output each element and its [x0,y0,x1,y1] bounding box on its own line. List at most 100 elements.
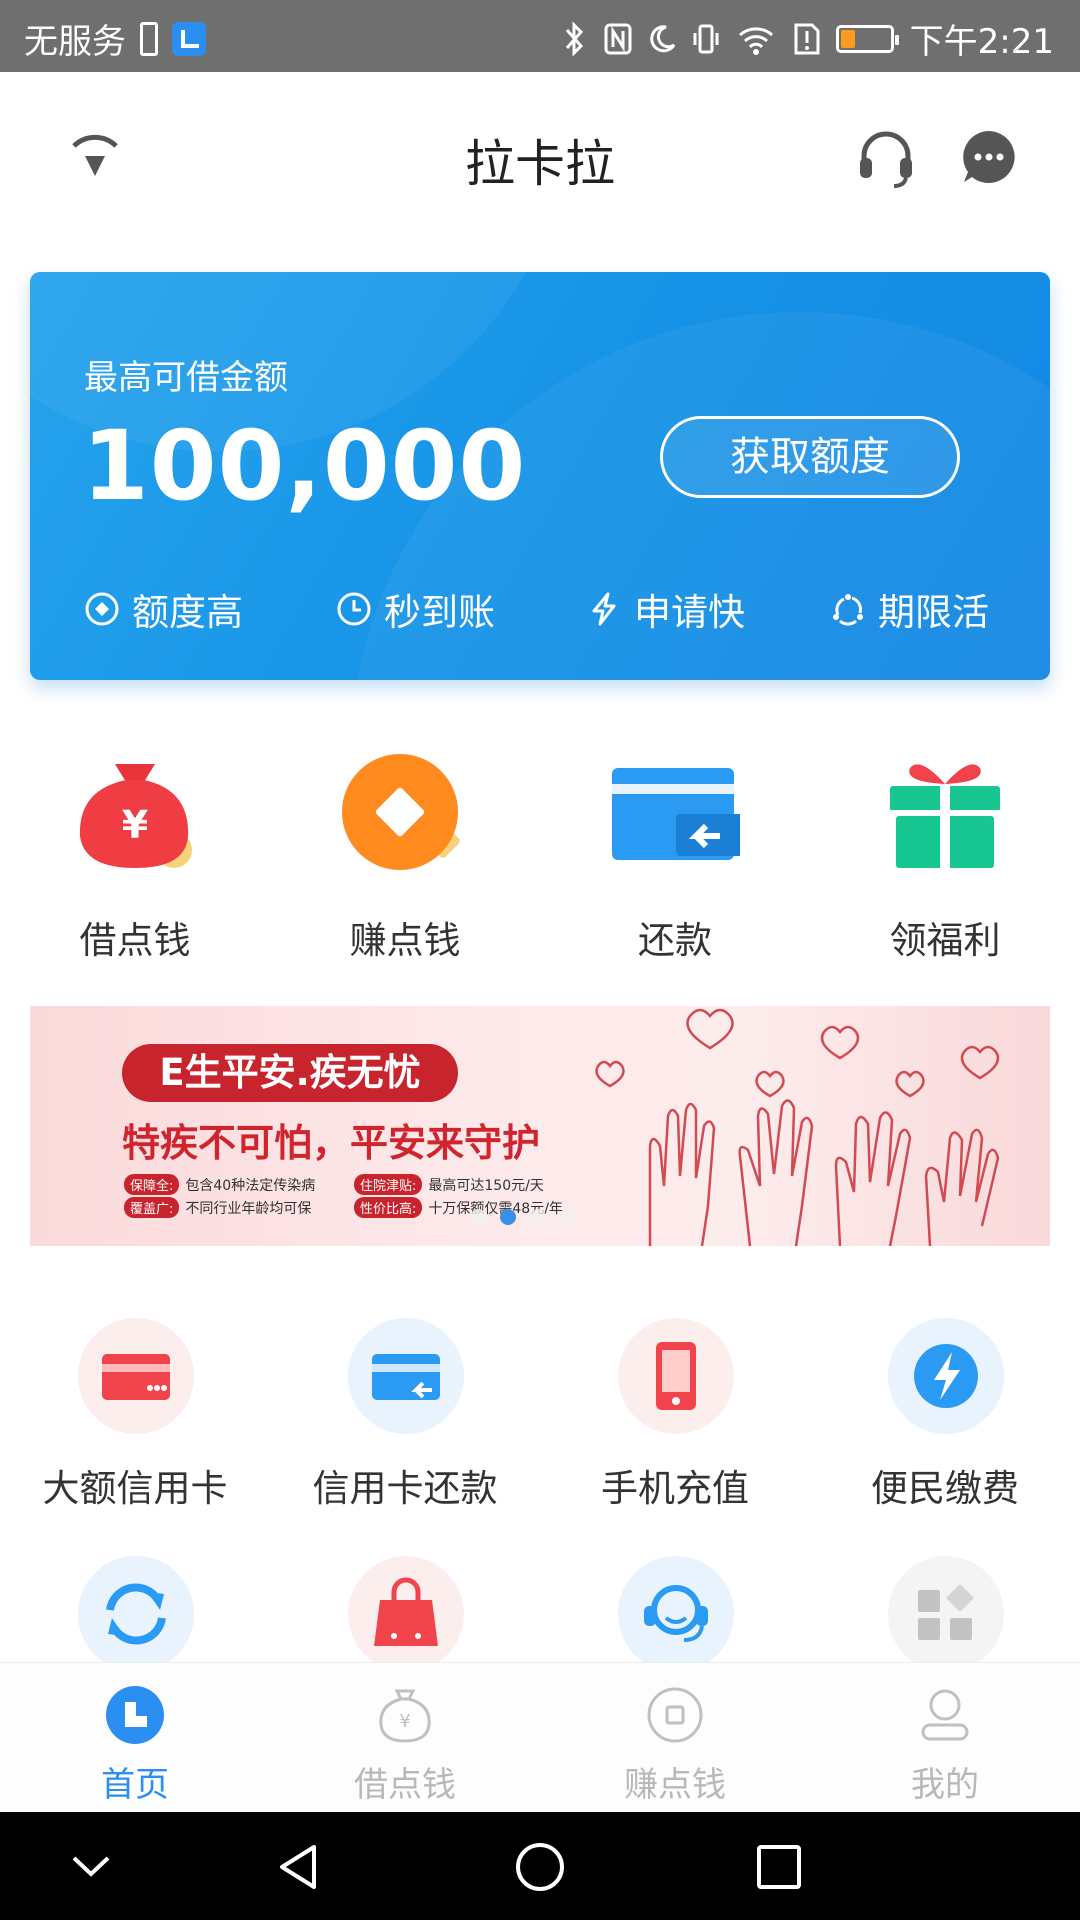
refresh-icon [106,1583,166,1645]
nav-home[interactable]: 首页 [0,1663,270,1813]
quick-action-repay[interactable]: 还款 [540,750,810,970]
quick-action-label: 赚点钱 [349,919,461,962]
banner-text: 包含40种法定传染病 [185,1177,316,1194]
grid-icon [918,1584,974,1640]
service-more[interactable] [810,1556,1080,1662]
feature-label: 秒到账 [384,591,495,634]
banner-tag: 覆盖广: [124,1197,180,1218]
recents-icon[interactable] [754,1842,804,1892]
phone-topup-icon [656,1342,696,1410]
money-bag-outline-icon: ¥ [379,1689,431,1743]
bolt-icon [914,1344,978,1408]
sd-alert-icon [794,23,820,54]
service-exchange[interactable] [0,1556,270,1662]
app-icon [172,21,206,56]
home-icon [106,1686,164,1744]
credit-card-icon [102,1354,170,1400]
svg-text:¥: ¥ [122,803,148,847]
carousel-indicator[interactable] [470,1209,576,1225]
quick-action-borrow[interactable]: ¥ 借点钱 [0,750,270,970]
lightning-icon [592,592,616,626]
credit-limit-card[interactable]: 最高可借金额 100,000 获取额度 额度高 秒到账 申请快 期限活 [30,272,1050,680]
feature-label: 额度高 [132,591,243,634]
gift-icon [890,764,1000,868]
carousel-dot[interactable] [530,1209,546,1225]
down-icon[interactable] [66,1842,116,1892]
hands-hearts-illustration [595,1008,1000,1246]
feature-label: 期限活 [878,591,989,634]
cycle-icon [833,594,863,626]
headset-icon[interactable] [856,128,916,188]
quick-action-label: 借点钱 [79,919,191,962]
banner-tag: 保障全: [124,1174,180,1195]
back-icon[interactable] [274,1842,324,1892]
feature-quick-apply: 申请快 [586,582,745,636]
sim-icon [140,21,158,56]
service-big-credit-card[interactable]: 大额信用卡 [0,1318,270,1538]
service-utility-pay[interactable]: 便民缴费 [810,1318,1080,1538]
service-label: 便民缴费 [871,1467,1019,1510]
banner-subtitle: 特疾不可怕，平安来守护 [122,1121,541,1165]
home-circle-icon[interactable] [515,1842,565,1892]
quick-action-label: 领福利 [889,919,1001,962]
service-phone-topup[interactable]: 手机充值 [540,1318,810,1538]
banner-tag: 住院津贴: [354,1174,423,1195]
clock-icon [337,592,371,626]
card-return-icon [612,768,740,860]
quick-action-earn[interactable]: 赚点钱 [270,750,540,970]
message-icon[interactable] [960,128,1018,186]
carousel-dot[interactable] [470,1209,486,1225]
page-title: 拉卡拉 [465,135,615,193]
banner-title: E生平安.疾无忧 [122,1044,458,1102]
battery-icon [835,24,899,53]
moon-icon [649,24,675,52]
banner-row: 住院津贴: 最高可达150元/天 [354,1174,544,1195]
promo-banner[interactable]: E生平安.疾无忧 特疾不可怕，平安来守护 保障全: 包含40种法定传染病 覆盖广… [30,1006,1050,1246]
nav-label: 赚点钱 [624,1765,726,1805]
service-label: 手机充值 [601,1467,749,1510]
banner-row: 覆盖广: 不同行业年龄均可保 [124,1197,311,1218]
money-bag-icon: ¥ [79,764,192,868]
app-header: 拉卡拉 [0,72,1080,242]
svg-text:¥: ¥ [399,1711,410,1732]
service-label: 信用卡还款 [312,1467,498,1510]
carousel-dot-active[interactable] [500,1209,516,1225]
quick-action-benefits[interactable]: 领福利 [810,750,1080,970]
service-card-repay[interactable]: 信用卡还款 [270,1318,540,1538]
credit-amount: 100,000 [82,410,527,522]
nav-earn[interactable]: 赚点钱 [540,1663,810,1813]
nav-label: 我的 [911,1765,979,1805]
nav-borrow[interactable]: ¥ 借点钱 [270,1663,540,1813]
nav-profile[interactable]: 我的 [810,1663,1080,1813]
feature-high-limit: 额度高 [84,582,243,636]
banner-text: 不同行业年龄均可保 [185,1200,312,1217]
wifi-icon [738,26,773,55]
vibrate-icon [693,24,719,53]
system-nav-bar [0,1812,1080,1920]
target-icon [85,592,119,626]
service-customer-support[interactable] [540,1556,810,1662]
feature-fast-arrival: 秒到账 [336,582,495,636]
nav-label: 首页 [101,1765,169,1805]
quick-action-label: 还款 [638,919,712,962]
clock-time: 下午2:21 [909,22,1054,62]
carrier-label: 无服务 [24,22,126,62]
banner-tag: 性价比高: [354,1197,423,1218]
profile-icon [921,1689,969,1741]
coin-icon [342,754,460,870]
status-bar: 无服务 下午2:21 [0,0,1080,72]
feature-flexible-term: 期限活 [830,582,989,636]
get-credit-button[interactable]: 获取额度 [660,416,960,498]
carousel-dot[interactable] [560,1209,576,1225]
banner-row: 保障全: 包含40种法定传染病 [124,1174,315,1195]
service-shopping[interactable] [270,1556,540,1662]
support-icon [644,1585,708,1642]
bottom-nav: 首页 ¥ 借点钱 赚点钱 我的 [0,1662,1080,1812]
nav-label: 借点钱 [354,1765,456,1805]
bluetooth-icon [565,20,583,57]
feature-label: 申请快 [634,591,745,634]
banner-text: 最高可达150元/天 [428,1177,544,1194]
credit-label: 最高可借金额 [84,358,288,398]
earn-icon [647,1687,703,1743]
card-repay-icon [372,1354,440,1400]
